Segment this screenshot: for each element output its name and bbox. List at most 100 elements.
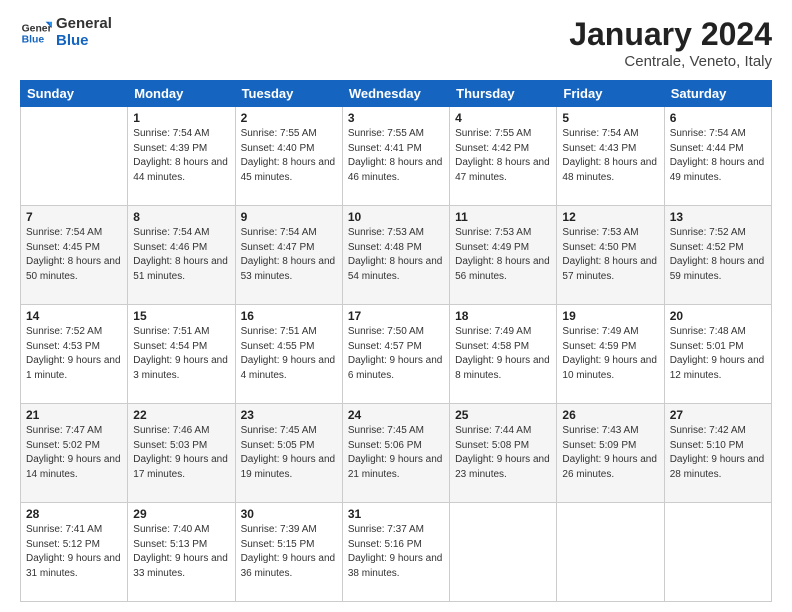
day-number: 6 (670, 111, 766, 125)
cell-info: Sunrise: 7:53 AMSunset: 4:49 PMDaylight:… (455, 226, 551, 284)
cell-info: Sunrise: 7:55 AMSunset: 4:42 PMDaylight:… (455, 127, 551, 185)
cell-info: Sunrise: 7:41 AMSunset: 5:12 PMDaylight:… (26, 523, 122, 581)
calendar-cell: 6 Sunrise: 7:54 AMSunset: 4:44 PMDaylight… (664, 107, 771, 206)
day-number: 13 (670, 210, 766, 224)
cell-info: Sunrise: 7:45 AMSunset: 5:05 PMDaylight:… (241, 424, 337, 482)
day-number: 20 (670, 309, 766, 323)
logo-general: General (56, 16, 112, 33)
location: Centrale, Veneto, Italy (569, 53, 772, 70)
cell-info: Sunrise: 7:54 AMSunset: 4:46 PMDaylight:… (133, 226, 229, 284)
calendar-cell: 18 Sunrise: 7:49 AMSunset: 4:58 PMDayligh… (450, 305, 557, 404)
day-number: 29 (133, 507, 229, 521)
day-number: 18 (455, 309, 551, 323)
month-year: January 2024 (569, 16, 772, 53)
day-header-friday: Friday (557, 81, 664, 107)
day-number: 4 (455, 111, 551, 125)
day-number: 19 (562, 309, 658, 323)
calendar-cell (557, 503, 664, 602)
calendar-week-row: 7 Sunrise: 7:54 AMSunset: 4:45 PMDaylight… (21, 206, 772, 305)
calendar-cell: 8 Sunrise: 7:54 AMSunset: 4:46 PMDaylight… (128, 206, 235, 305)
header: General Blue General Blue January 2024 C… (20, 16, 772, 70)
svg-text:Blue: Blue (22, 34, 45, 45)
calendar-cell: 29 Sunrise: 7:40 AMSunset: 5:13 PMDayligh… (128, 503, 235, 602)
day-header-tuesday: Tuesday (235, 81, 342, 107)
cell-info: Sunrise: 7:43 AMSunset: 5:09 PMDaylight:… (562, 424, 658, 482)
svg-text:General: General (22, 23, 52, 34)
calendar-cell: 20Sunrise: 7:48 AMSunset: 5:01 PMDayligh… (664, 305, 771, 404)
calendar-cell: 25Sunrise: 7:44 AMSunset: 5:08 PMDayligh… (450, 404, 557, 503)
cell-info: Sunrise: 7:50 AMSunset: 4:57 PMDaylight:… (348, 325, 444, 383)
day-number: 22 (133, 408, 229, 422)
calendar-cell (450, 503, 557, 602)
calendar-cell: 5Sunrise: 7:54 AMSunset: 4:43 PMDaylight… (557, 107, 664, 206)
cell-info: Sunrise: 7:49 AMSunset: 4:58 PMDaylight:… (455, 325, 551, 383)
day-header-sunday: Sunday (21, 81, 128, 107)
day-header-wednesday: Wednesday (342, 81, 449, 107)
cell-info: Sunrise: 7:54 AMSunset: 4:39 PMDaylight:… (133, 127, 229, 185)
calendar-cell: 4 Sunrise: 7:55 AMSunset: 4:42 PMDaylight… (450, 107, 557, 206)
calendar-header-row: SundayMondayTuesdayWednesdayThursdayFrid… (21, 81, 772, 107)
day-header-thursday: Thursday (450, 81, 557, 107)
calendar-cell: 24Sunrise: 7:45 AMSunset: 5:06 PMDayligh… (342, 404, 449, 503)
calendar-cell: 10 Sunrise: 7:53 AMSunset: 4:48 PMDayligh… (342, 206, 449, 305)
cell-info: Sunrise: 7:54 AMSunset: 4:44 PMDaylight:… (670, 127, 766, 185)
calendar-cell: 3 Sunrise: 7:55 AMSunset: 4:41 PMDaylight… (342, 107, 449, 206)
cell-info: Sunrise: 7:54 AMSunset: 4:43 PMDaylight:… (562, 127, 658, 185)
day-number: 21 (26, 408, 122, 422)
day-number: 2 (241, 111, 337, 125)
calendar-week-row: 28 Sunrise: 7:41 AMSunset: 5:12 PMDayligh… (21, 503, 772, 602)
day-number: 23 (241, 408, 337, 422)
cell-info: Sunrise: 7:44 AMSunset: 5:08 PMDaylight:… (455, 424, 551, 482)
cell-info: Sunrise: 7:47 AMSunset: 5:02 PMDaylight:… (26, 424, 122, 482)
cell-info: Sunrise: 7:46 AMSunset: 5:03 PMDaylight:… (133, 424, 229, 482)
calendar-week-row: 21 Sunrise: 7:47 AMSunset: 5:02 PMDayligh… (21, 404, 772, 503)
calendar-cell: 9 Sunrise: 7:54 AMSunset: 4:47 PMDaylight… (235, 206, 342, 305)
cell-info: Sunrise: 7:53 AMSunset: 4:48 PMDaylight:… (348, 226, 444, 284)
day-number: 9 (241, 210, 337, 224)
day-number: 15 (133, 309, 229, 323)
cell-info: Sunrise: 7:54 AMSunset: 4:47 PMDaylight:… (241, 226, 337, 284)
calendar-cell: 14Sunrise: 7:52 AMSunset: 4:53 PMDayligh… (21, 305, 128, 404)
day-number: 12 (562, 210, 658, 224)
day-number: 16 (241, 309, 337, 323)
day-number: 10 (348, 210, 444, 224)
calendar-cell: 15Sunrise: 7:51 AMSunset: 4:54 PMDayligh… (128, 305, 235, 404)
calendar-cell: 30Sunrise: 7:39 AMSunset: 5:15 PMDayligh… (235, 503, 342, 602)
calendar-cell: 11 Sunrise: 7:53 AMSunset: 4:49 PMDayligh… (450, 206, 557, 305)
logo-blue: Blue (56, 33, 112, 50)
page: General Blue General Blue January 2024 C… (0, 0, 792, 612)
calendar-cell: 19 Sunrise: 7:49 AMSunset: 4:59 PMDayligh… (557, 305, 664, 404)
calendar-table: SundayMondayTuesdayWednesdayThursdayFrid… (20, 80, 772, 602)
cell-info: Sunrise: 7:55 AMSunset: 4:41 PMDaylight:… (348, 127, 444, 185)
calendar-cell: 28 Sunrise: 7:41 AMSunset: 5:12 PMDayligh… (21, 503, 128, 602)
calendar-cell: 27Sunrise: 7:42 AMSunset: 5:10 PMDayligh… (664, 404, 771, 503)
day-header-monday: Monday (128, 81, 235, 107)
calendar-cell (21, 107, 128, 206)
day-header-saturday: Saturday (664, 81, 771, 107)
calendar-week-row: 14Sunrise: 7:52 AMSunset: 4:53 PMDayligh… (21, 305, 772, 404)
calendar-cell: 16Sunrise: 7:51 AMSunset: 4:55 PMDayligh… (235, 305, 342, 404)
day-number: 30 (241, 507, 337, 521)
calendar-cell: 22 Sunrise: 7:46 AMSunset: 5:03 PMDayligh… (128, 404, 235, 503)
logo-icon: General Blue (20, 17, 52, 49)
calendar-cell: 21 Sunrise: 7:47 AMSunset: 5:02 PMDayligh… (21, 404, 128, 503)
cell-info: Sunrise: 7:52 AMSunset: 4:53 PMDaylight:… (26, 325, 122, 383)
cell-info: Sunrise: 7:54 AMSunset: 4:45 PMDaylight:… (26, 226, 122, 284)
logo: General Blue General Blue (20, 16, 112, 49)
cell-info: Sunrise: 7:40 AMSunset: 5:13 PMDaylight:… (133, 523, 229, 581)
cell-info: Sunrise: 7:53 AMSunset: 4:50 PMDaylight:… (562, 226, 658, 284)
day-number: 3 (348, 111, 444, 125)
day-number: 17 (348, 309, 444, 323)
day-number: 11 (455, 210, 551, 224)
cell-info: Sunrise: 7:45 AMSunset: 5:06 PMDaylight:… (348, 424, 444, 482)
calendar-cell: 23 Sunrise: 7:45 AMSunset: 5:05 PMDayligh… (235, 404, 342, 503)
calendar-cell: 17 Sunrise: 7:50 AMSunset: 4:57 PMDayligh… (342, 305, 449, 404)
cell-info: Sunrise: 7:55 AMSunset: 4:40 PMDaylight:… (241, 127, 337, 185)
calendar-cell (664, 503, 771, 602)
cell-info: Sunrise: 7:49 AMSunset: 4:59 PMDaylight:… (562, 325, 658, 383)
calendar-cell: 1Sunrise: 7:54 AMSunset: 4:39 PMDaylight… (128, 107, 235, 206)
calendar-cell: 26Sunrise: 7:43 AMSunset: 5:09 PMDayligh… (557, 404, 664, 503)
day-number: 8 (133, 210, 229, 224)
day-number: 28 (26, 507, 122, 521)
day-number: 7 (26, 210, 122, 224)
